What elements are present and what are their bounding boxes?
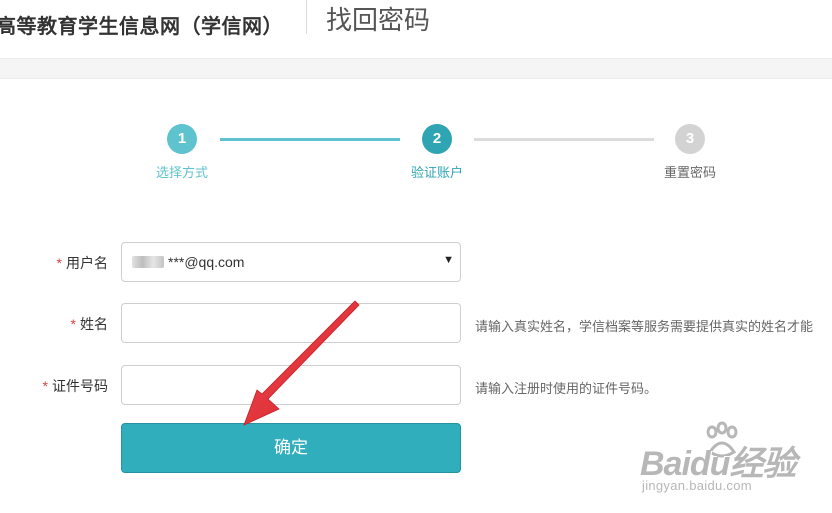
header-band — [0, 58, 832, 79]
name-label: * 姓名 — [71, 314, 108, 334]
name-input[interactable] — [121, 303, 461, 343]
caret-down-icon[interactable]: ▼ — [443, 254, 454, 266]
step-choose-method: 1 选择方式 — [122, 124, 242, 181]
step-label: 重置密码 — [663, 165, 716, 180]
step-label: 选择方式 — [155, 165, 208, 180]
progress-steps: 1 选择方式 2 验证账户 3 重置密码 — [0, 100, 832, 200]
name-label-text: 姓名 — [80, 316, 108, 332]
page-title: 找回密码 — [326, 5, 431, 35]
step-connector-pending — [474, 138, 654, 141]
step-reset-password: 3 重置密码 — [630, 124, 750, 181]
required-mark: * — [56, 255, 62, 271]
name-hint: 请输入真实姓名，学信档案等服务需要提供真实的姓名才能 — [475, 319, 814, 334]
confirm-button[interactable]: 确定 — [121, 423, 461, 473]
username-label: * 用户名 — [57, 253, 108, 273]
redacted-text — [132, 256, 164, 268]
required-mark: * — [42, 378, 48, 394]
site-header: 高等教育学生信息网（学信网） 找回密码 — [0, 0, 832, 58]
id-number-input[interactable] — [121, 365, 461, 405]
step-number-badge: 3 — [675, 124, 705, 154]
header-divider — [306, 0, 307, 34]
username-value-text: ***@qq.com — [168, 254, 245, 270]
username-select[interactable]: ***@qq.com ▼ — [121, 242, 461, 282]
username-selected-value: ***@qq.com — [132, 254, 244, 270]
required-mark: * — [70, 316, 76, 332]
username-row: * 用户名 ***@qq.com ▼ — [0, 242, 832, 282]
site-name[interactable]: 高等教育学生信息网（学信网） — [0, 10, 283, 39]
watermark-sub-text: jingyan.baidu.com — [642, 478, 752, 493]
id-number-hint: 请输入注册时使用的证件号码。 — [475, 381, 658, 396]
step-number-badge: 2 — [422, 124, 452, 154]
id-number-label: * 证件号码 — [43, 376, 108, 396]
name-row: * 姓名 请输入真实姓名，学信档案等服务需要提供真实的姓名才能 — [0, 303, 832, 343]
id-number-label-text: 证件号码 — [52, 378, 108, 394]
step-connector-done — [220, 138, 400, 141]
username-label-text: 用户名 — [66, 255, 108, 271]
step-number-badge: 1 — [167, 124, 197, 154]
id-number-row: * 证件号码 请输入注册时使用的证件号码。 — [0, 365, 832, 405]
step-verify-account: 2 验证账户 — [377, 124, 497, 181]
step-label: 验证账户 — [410, 165, 463, 180]
baidu-watermark: Baidu经验 jingyan.baidu.com — [640, 420, 830, 500]
